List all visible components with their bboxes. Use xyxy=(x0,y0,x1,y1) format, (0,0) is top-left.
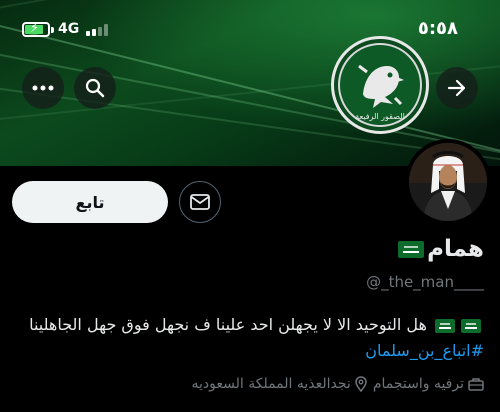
clock: ٥:٥٨ xyxy=(417,18,458,39)
search-icon xyxy=(85,78,105,98)
location-item: نجدالعذيه المملكة السعوديه xyxy=(192,376,367,392)
display-name-row: همام xyxy=(395,236,484,262)
saudi-flag-icon xyxy=(435,318,455,333)
network-label: 4G xyxy=(58,21,80,37)
more-button[interactable] xyxy=(22,67,64,109)
user-handle: @_the_man____ xyxy=(366,273,484,291)
profile-avatar[interactable] xyxy=(405,139,491,225)
back-button[interactable] xyxy=(436,67,478,109)
search-button[interactable] xyxy=(74,67,116,109)
club-logo: الصقور الرفيعة xyxy=(331,36,429,134)
saudi-flag-icon xyxy=(398,241,425,258)
category-text: ترفيه واستجمام xyxy=(372,376,464,392)
follow-button[interactable]: تابع xyxy=(12,181,168,223)
message-button[interactable] xyxy=(179,181,221,223)
profile-meta: ترفيه واستجمام نجدالعذيه المملكة السعودي… xyxy=(192,376,485,392)
avatar-photo xyxy=(409,143,487,221)
falcon-emblem-icon: الصقور الرفيعة xyxy=(338,43,422,127)
status-bar: ⚡ 4G ٥:٥٨ xyxy=(0,18,500,44)
display-name: همام xyxy=(427,236,484,262)
bio: هل التوحيد الا لا يجهلن احد علينا ف نجهل… xyxy=(14,312,484,364)
more-horizontal-icon xyxy=(32,85,54,91)
bio-hashtag-link[interactable]: #اتباع_بن_سلمان xyxy=(365,341,484,360)
mail-icon xyxy=(190,194,210,210)
handle-text: @_the_man____ xyxy=(366,273,484,291)
saudi-flag-icon xyxy=(461,318,481,333)
signal-icon xyxy=(86,24,110,36)
location-text: نجدالعذيه المملكة السعوديه xyxy=(191,376,351,392)
logo-text: الصقور الرفيعة xyxy=(355,112,405,121)
location-pin-icon xyxy=(355,376,367,392)
battery-icon: ⚡ xyxy=(22,21,50,37)
briefcase-icon xyxy=(468,378,484,391)
arrow-right-icon xyxy=(447,79,466,97)
category-item: ترفيه واستجمام xyxy=(373,376,484,392)
bio-text: هل التوحيد الا لا يجهلن احد علينا ف نجهل… xyxy=(29,315,427,334)
